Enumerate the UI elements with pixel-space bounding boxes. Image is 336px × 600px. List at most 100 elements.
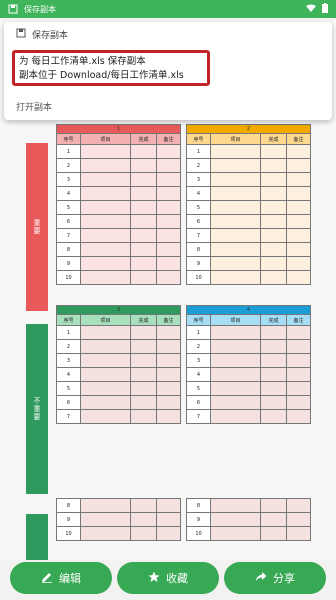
row-number: 1: [186, 144, 211, 159]
row-number: 10: [56, 270, 81, 285]
battery-icon: [322, 3, 328, 15]
table-row[interactable]: 4: [56, 367, 181, 382]
quadrant-table-3: 3 序号 项目 完成 备注 1 2 3 4 5 6 7: [56, 305, 181, 424]
table-row[interactable]: 7: [56, 228, 181, 243]
table-row[interactable]: 3: [186, 353, 311, 368]
table-row[interactable]: 6: [56, 395, 181, 410]
notification-header: 保存副本: [16, 28, 68, 41]
col-header: 序号: [186, 133, 211, 145]
row-number: 4: [186, 186, 211, 201]
table-row[interactable]: 2: [186, 339, 311, 354]
status-bar: 保存副本: [0, 0, 336, 18]
col-header: 备注: [286, 314, 311, 326]
row-number: 5: [186, 200, 211, 215]
notification-app-name: 保存副本: [32, 31, 69, 41]
table-row[interactable]: 9: [56, 512, 181, 527]
quadrant-table-4: 4 序号 项目 完成 备注 1 2 3 4 5 6 7: [186, 305, 311, 424]
row-number: 2: [56, 158, 81, 173]
row-number: 3: [186, 172, 211, 187]
table-row[interactable]: 2: [56, 158, 181, 173]
notification-line-1: 为 每日工作清单.xls 保存副本: [19, 56, 146, 67]
col-header: 项目: [80, 133, 131, 145]
table-row[interactable]: 8: [56, 242, 181, 257]
edit-button[interactable]: 编辑: [10, 562, 112, 594]
row-number: 3: [56, 172, 81, 187]
table-row[interactable]: 1: [186, 325, 311, 340]
row-number: 8: [186, 498, 211, 513]
table-row[interactable]: 4: [56, 186, 181, 201]
table-row[interactable]: 10: [56, 270, 181, 285]
save-copy-notification[interactable]: 保存副本 为 每日工作清单.xls 保存副本 副本位于 Download/每日工…: [4, 22, 332, 120]
quadrant-table-1: 1 序号 项目 完成 备注 1 2 3 4 5 6 7 8 9 10: [56, 124, 181, 285]
quadrant-title: 1: [56, 124, 181, 134]
table-row[interactable]: 9: [186, 512, 311, 527]
table-row[interactable]: 5: [56, 381, 181, 396]
row-number: 10: [56, 526, 81, 541]
col-header: 项目: [80, 314, 131, 326]
table-row[interactable]: 9: [56, 256, 181, 271]
row-number: 4: [56, 367, 81, 382]
status-title: 保存副本: [24, 4, 56, 14]
col-header: 完成: [260, 314, 287, 326]
row-number: 6: [186, 214, 211, 229]
pencil-icon: [41, 571, 53, 586]
row-number: 5: [56, 381, 81, 396]
table-row[interactable]: 4: [186, 367, 311, 382]
col-header: 序号: [56, 133, 81, 145]
star-icon: [148, 571, 160, 586]
row-number: 6: [56, 214, 81, 229]
table-row[interactable]: 7: [56, 409, 181, 424]
group-label-not-important: 不重要: [26, 324, 48, 494]
col-header: 项目: [210, 133, 261, 145]
open-copy-button[interactable]: 打开副本: [16, 100, 52, 113]
row-number: 9: [186, 512, 211, 527]
table-row[interactable]: 10: [56, 526, 181, 541]
table-row[interactable]: 5: [56, 200, 181, 215]
table-row[interactable]: 1: [56, 325, 181, 340]
table-row[interactable]: 2: [56, 339, 181, 354]
table-row[interactable]: 8: [186, 498, 311, 513]
quadrant-title: 3: [56, 305, 181, 315]
table-row[interactable]: 3: [56, 172, 181, 187]
table-row[interactable]: 3: [186, 172, 311, 187]
bottom-action-bar: 编辑 收藏 分享: [0, 560, 336, 600]
table-row[interactable]: 5: [186, 381, 311, 396]
table-row[interactable]: 7: [186, 228, 311, 243]
table-row[interactable]: 7: [186, 409, 311, 424]
table-row[interactable]: 8: [56, 498, 181, 513]
col-header: 备注: [156, 314, 181, 326]
row-number: 2: [186, 339, 211, 354]
table-row[interactable]: 1: [186, 144, 311, 159]
table-row[interactable]: 10: [186, 526, 311, 541]
table-row[interactable]: 4: [186, 186, 311, 201]
favorite-button[interactable]: 收藏: [117, 562, 219, 594]
table-row[interactable]: 8: [186, 242, 311, 257]
row-number: 7: [56, 228, 81, 243]
table-row[interactable]: 9: [186, 256, 311, 271]
table-row[interactable]: 6: [186, 395, 311, 410]
notification-message-highlight: 为 每日工作清单.xls 保存副本 副本位于 Download/每日工作清单.x…: [12, 50, 210, 86]
col-header: 完成: [130, 314, 157, 326]
row-number: 8: [186, 242, 211, 257]
row-number: 7: [186, 228, 211, 243]
row-number: 1: [56, 144, 81, 159]
row-number: 8: [56, 498, 81, 513]
table-row[interactable]: 10: [186, 270, 311, 285]
col-header: 备注: [286, 133, 311, 145]
row-number: 3: [56, 353, 81, 368]
col-header: 完成: [130, 133, 157, 145]
table-row[interactable]: 2: [186, 158, 311, 173]
col-header: 序号: [186, 314, 211, 326]
table-row[interactable]: 6: [56, 214, 181, 229]
table-row[interactable]: 6: [186, 214, 311, 229]
row-number: 5: [56, 200, 81, 215]
row-number: 1: [186, 325, 211, 340]
share-label: 分享: [273, 572, 295, 585]
row-number: 7: [186, 409, 211, 424]
quadrant-title: 2: [186, 124, 311, 134]
table-row[interactable]: 1: [56, 144, 181, 159]
row-number: 10: [186, 270, 211, 285]
share-button[interactable]: 分享: [224, 562, 326, 594]
table-row[interactable]: 5: [186, 200, 311, 215]
table-row[interactable]: 3: [56, 353, 181, 368]
